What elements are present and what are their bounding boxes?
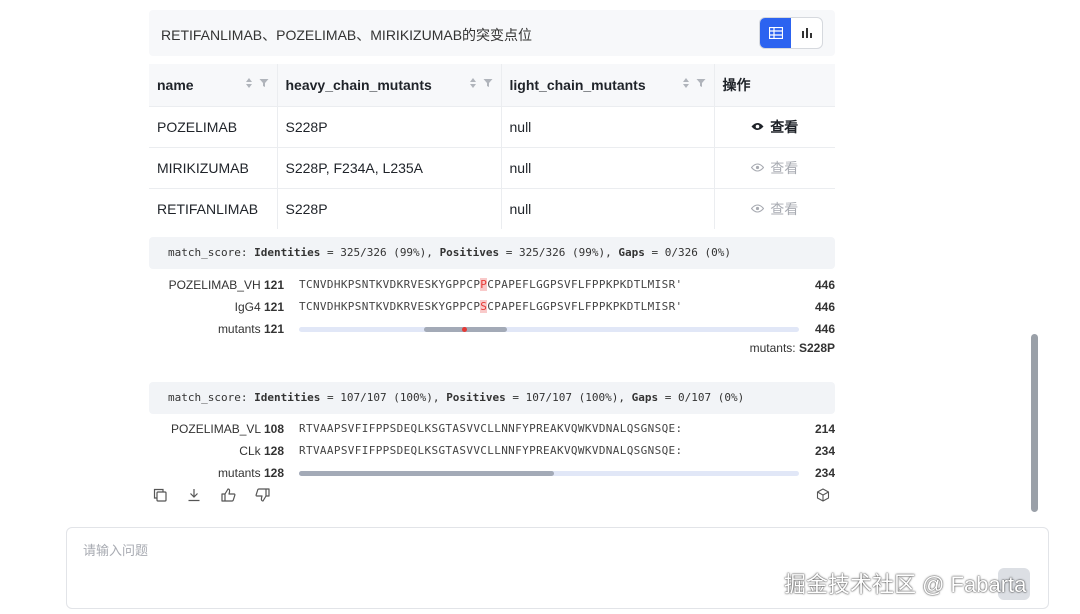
sequence-name: mutants 128 bbox=[217, 466, 284, 480]
mutants-row: mutants 121 446 bbox=[149, 320, 835, 340]
cell-name: POZELIMAB bbox=[149, 105, 278, 147]
cell-actions: 查看 bbox=[714, 146, 835, 188]
mutants-table: name heavy_chain_mutants light_chain_mut… bbox=[149, 64, 835, 229]
download-icon[interactable] bbox=[186, 487, 202, 503]
eye-icon bbox=[751, 204, 765, 213]
copy-icon[interactable] bbox=[152, 487, 168, 503]
mutants-track[interactable] bbox=[299, 471, 799, 476]
cell-actions: 查看 bbox=[714, 187, 835, 229]
sequence-string: TCNVDHKPSNTKVDKRVESKYGPPCPSCPAPEFLGGPSVF… bbox=[299, 300, 683, 313]
sequence-end: 446 bbox=[814, 278, 835, 292]
eye-icon bbox=[751, 163, 765, 172]
watermark: 掘金技术社区 @ Fabarta bbox=[784, 572, 1027, 597]
filter-icon[interactable] bbox=[259, 78, 269, 88]
mutants-track[interactable] bbox=[299, 327, 799, 332]
table-row: POZELIMAB S228P null 查看 bbox=[149, 105, 835, 147]
alignment-row: IgG4 121 TCNVDHKPSNTKVDKRVESKYGPPCPSCPAP… bbox=[149, 298, 835, 318]
result-header: RETIFANLIMAB、POZELIMAB、MIRIKIZUMAB的突变点位 bbox=[149, 10, 835, 56]
column-header-light-chain[interactable]: light_chain_mutants bbox=[501, 64, 715, 106]
sequence-end: 234 bbox=[814, 444, 835, 458]
sequence-end: 446 bbox=[814, 300, 835, 314]
sequence-name: POZELIMAB_VH 121 bbox=[168, 278, 284, 292]
alignment-row: CLk 128 RTVAAPSVFIFPPSDEQLKSGTASVVCLLNNF… bbox=[149, 442, 835, 462]
sequence-end: 214 bbox=[814, 422, 835, 436]
cell-light-chain: null bbox=[501, 146, 715, 188]
sequence-string: TCNVDHKPSNTKVDKRVESKYGPPCPPCPAPEFLGGPSVF… bbox=[299, 278, 683, 291]
sequence-end: 446 bbox=[814, 322, 835, 336]
table-row: RETIFANLIMAB S228P null 查看 bbox=[149, 187, 835, 229]
column-header-actions: 操作 bbox=[714, 64, 835, 106]
column-header-name[interactable]: name bbox=[149, 64, 278, 106]
mutants-summary: mutants: S228P bbox=[749, 341, 835, 355]
alignment-row: POZELIMAB_VH 121 TCNVDHKPSNTKVDKRVESKYGP… bbox=[149, 276, 835, 296]
match-score-bar: match_score: Identities = 107/107 (100%)… bbox=[149, 382, 835, 414]
sequence-name: IgG4 121 bbox=[234, 300, 284, 314]
cell-name: RETIFANLIMAB bbox=[149, 187, 278, 229]
message-actions bbox=[152, 487, 270, 503]
scrollbar-thumb[interactable] bbox=[1031, 334, 1038, 512]
cell-light-chain: null bbox=[501, 105, 715, 147]
cell-light-chain: null bbox=[501, 187, 715, 229]
alignment-row: POZELIMAB_VL 108 RTVAAPSVFIFPPSDEQLKSGTA… bbox=[149, 420, 835, 440]
view-button[interactable]: 查看 bbox=[751, 117, 798, 137]
table-view-button[interactable] bbox=[760, 18, 791, 48]
filter-icon[interactable] bbox=[696, 78, 706, 88]
view-button[interactable]: 查看 bbox=[751, 158, 798, 178]
table-row: MIRIKIZUMAB S228P, F234A, L235A null 查看 bbox=[149, 146, 835, 188]
cell-heavy-chain: S228P, F234A, L235A bbox=[277, 146, 502, 188]
cell-heavy-chain: S228P bbox=[277, 105, 502, 147]
question-input[interactable] bbox=[83, 540, 783, 560]
view-button[interactable]: 查看 bbox=[751, 199, 798, 219]
column-header-heavy-chain[interactable]: heavy_chain_mutants bbox=[277, 64, 502, 106]
result-title: RETIFANLIMAB、POZELIMAB、MIRIKIZUMAB的突变点位 bbox=[161, 27, 533, 43]
bar-chart-icon bbox=[801, 28, 812, 38]
chart-view-button[interactable] bbox=[791, 18, 822, 48]
sort-icon[interactable] bbox=[682, 77, 690, 89]
cell-heavy-chain: S228P bbox=[277, 187, 502, 229]
thumbs-up-icon[interactable] bbox=[220, 487, 236, 503]
sequence-name: CLk 128 bbox=[239, 444, 284, 458]
sequence-string: RTVAAPSVFIFPPSDEQLKSGTASVVCLLNNFYPREAKVQ… bbox=[299, 422, 683, 435]
sort-icon[interactable] bbox=[469, 77, 477, 89]
sequence-name: mutants 121 bbox=[217, 322, 284, 336]
sequence-end: 234 bbox=[814, 466, 835, 480]
cell-actions: 查看 bbox=[714, 105, 835, 147]
match-score-bar: match_score: Identities = 325/326 (99%),… bbox=[149, 237, 835, 269]
sequence-string: RTVAAPSVFIFPPSDEQLKSGTASVVCLLNNFYPREAKVQ… bbox=[299, 444, 683, 457]
thumbs-down-icon[interactable] bbox=[254, 487, 270, 503]
filter-icon[interactable] bbox=[483, 78, 493, 88]
cube-icon[interactable] bbox=[815, 487, 831, 503]
mutants-row: mutants 128 234 bbox=[149, 464, 835, 484]
mutation-marker bbox=[461, 327, 467, 332]
sequence-name: POZELIMAB_VL 108 bbox=[171, 422, 284, 436]
sort-icon[interactable] bbox=[245, 77, 253, 89]
view-toggle bbox=[759, 17, 823, 49]
table-icon bbox=[768, 27, 783, 39]
eye-icon bbox=[751, 123, 764, 130]
table-header-row: name heavy_chain_mutants light_chain_mut… bbox=[149, 64, 835, 106]
track-window[interactable] bbox=[299, 471, 554, 476]
cell-name: MIRIKIZUMAB bbox=[149, 146, 278, 188]
